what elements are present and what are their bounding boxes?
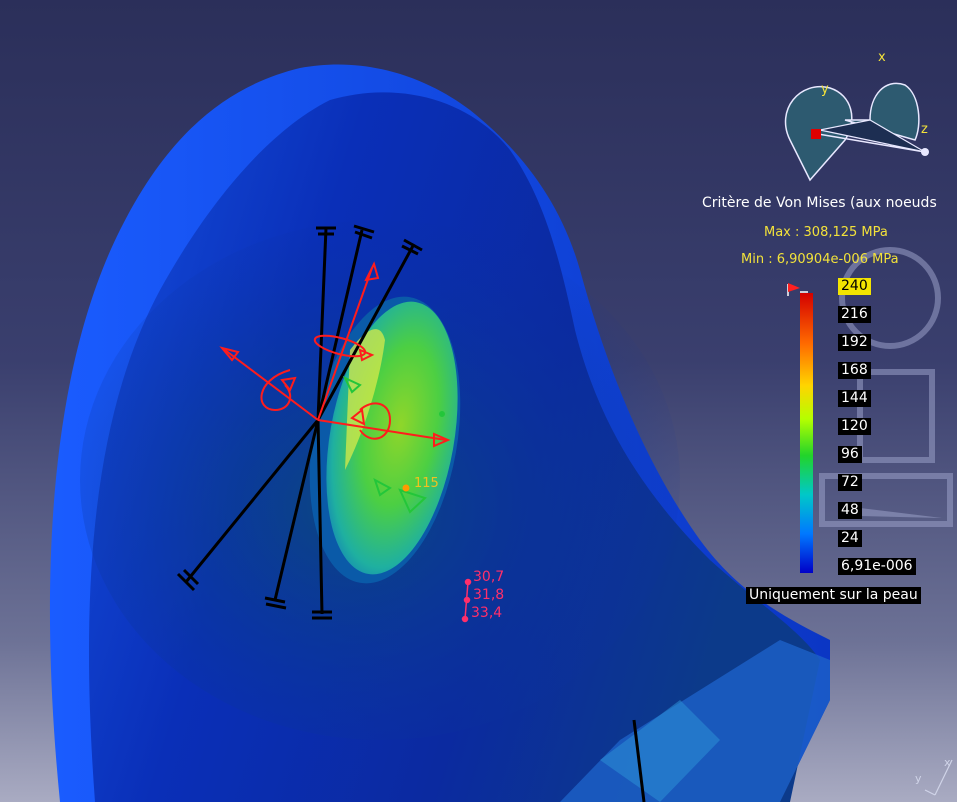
scale-tick[interactable]: 216 — [838, 306, 871, 323]
scale-tick[interactable]: 168 — [838, 362, 871, 379]
compass-y-label: y — [821, 82, 829, 97]
compass-x-label: x — [878, 50, 886, 65]
scale-tick[interactable]: 240 — [838, 278, 871, 295]
compass-widget[interactable] — [784, 82, 929, 182]
legend-min-label: Min : 6,90904e-006 MPa — [741, 252, 899, 267]
scale-tick[interactable]: 72 — [838, 474, 862, 491]
compass-z-label: z — [921, 122, 928, 137]
compass-z-handle-icon — [921, 148, 929, 156]
scale-tick[interactable]: 96 — [838, 446, 862, 463]
probe-value: 30,7 — [473, 569, 505, 585]
scale-tick[interactable]: 48 — [838, 502, 862, 519]
probe-value: 33,4 — [471, 605, 503, 621]
scale-tick[interactable]: 6,91e-006 — [838, 558, 916, 575]
scale-tick[interactable]: 24 — [838, 530, 862, 547]
compass-origin-icon — [811, 129, 821, 139]
legend-title: Critère de Von Mises (aux noeuds — [702, 195, 937, 211]
color-scale-bar[interactable] — [800, 293, 813, 573]
max-point-marker — [402, 484, 410, 492]
corner-axis-y-label: y — [915, 772, 922, 785]
probe-value: 31,8 — [473, 587, 505, 603]
max-point-value: 115 — [414, 476, 439, 491]
skin-only-label[interactable]: Uniquement sur la peau — [746, 587, 921, 604]
scale-tick[interactable]: 192 — [838, 334, 871, 351]
corner-axis-x-label: x — [944, 756, 951, 769]
scale-tick[interactable]: 120 — [838, 418, 871, 435]
scale-tick[interactable]: 144 — [838, 390, 871, 407]
legend-max-label: Max : 308,125 MPa — [764, 225, 888, 240]
3d-viewport[interactable] — [0, 0, 957, 802]
